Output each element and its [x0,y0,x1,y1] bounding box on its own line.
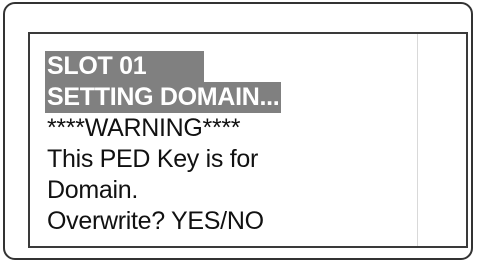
lcd-line-message-1: This PED Key is for [45,144,416,175]
warning-heading: ****WARNING**** [47,114,241,142]
warning-message-line-1: This PED Key is for [47,145,259,173]
lcd-display: SLOT 01 SETTING DOMAIN... ****WARNING***… [28,32,468,248]
lcd-line-prompt: Overwrite? YES/NO [45,206,416,237]
lcd-text-area: SLOT 01 SETTING DOMAIN... ****WARNING***… [45,51,416,237]
slot-label: SLOT 01 [45,51,205,82]
lcd-line-status: SETTING DOMAIN... [45,82,416,113]
lcd-line-slot: SLOT 01 [45,51,416,82]
lcd-line-message-2: Domain. [45,175,416,206]
setting-domain-status: SETTING DOMAIN... [45,82,282,113]
ped-device-frame: SLOT 01 SETTING DOMAIN... ****WARNING***… [3,2,473,260]
overwrite-prompt: Overwrite? YES/NO [47,207,264,235]
warning-message-line-2: Domain. [47,176,138,204]
lcd-line-warning: ****WARNING**** [45,113,416,144]
lcd-side-panel [417,34,466,246]
